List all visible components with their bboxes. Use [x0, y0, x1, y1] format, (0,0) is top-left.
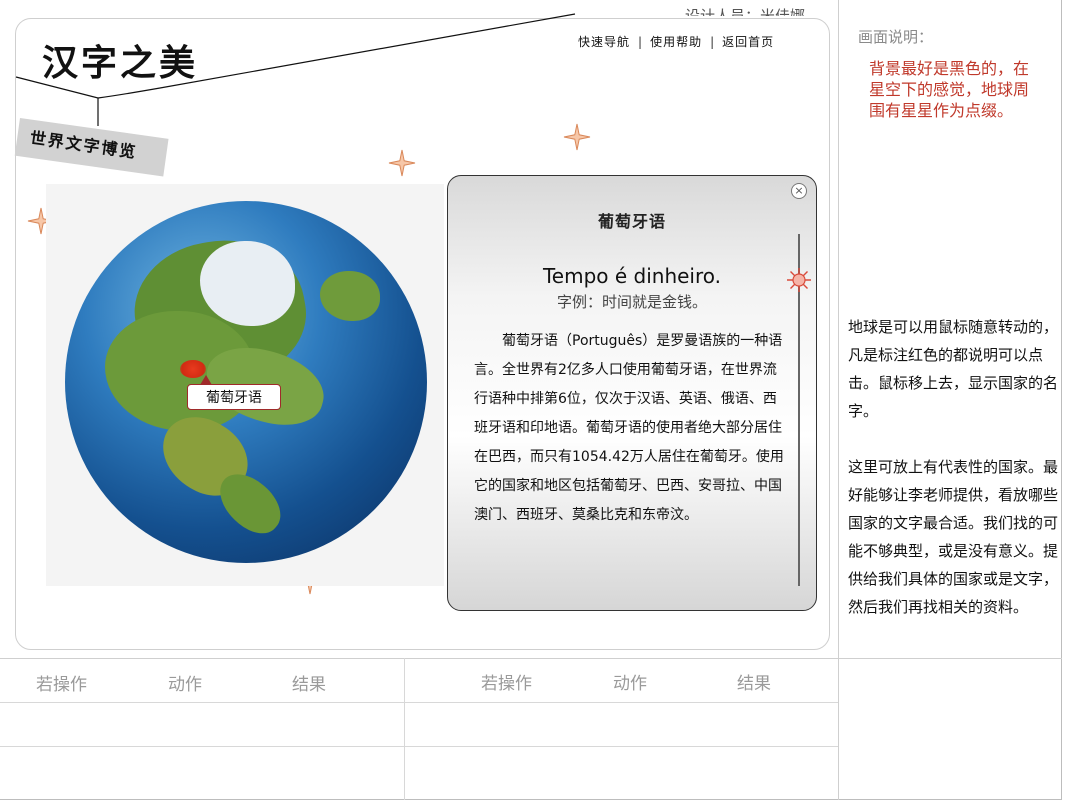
nav-home[interactable]: 返回首页 — [714, 33, 782, 50]
annotation-note-countries: 这里可放上有代表性的国家。最好能够让李老师提供，看放哪些国家的文字最合适。我们找… — [848, 458, 1059, 616]
table-header-result: 结果 — [737, 674, 771, 694]
popup-title: 葡萄牙语 — [597, 212, 666, 231]
star-icon — [388, 149, 416, 177]
top-navigation: 快速导航 | 使用帮助 | 返回首页 — [570, 33, 782, 50]
table-header-action: 动作 — [168, 675, 202, 695]
annotation-title: 画面说明： — [858, 28, 934, 46]
star-icon — [563, 123, 591, 151]
table-top-divider — [0, 658, 1062, 659]
annotation-notes: 地球是可以用鼠标随意转动的，凡是标注红色的都说明可以点击。鼠标移上去，显示国家的… — [848, 313, 1060, 621]
table-column-divider — [404, 658, 405, 800]
popup-description: 葡萄牙语（Português）是罗曼语族的一种语言。全世界有2亿多人口使用葡萄牙… — [474, 333, 784, 523]
example-phrase: Tempo é dinheiro. — [542, 264, 722, 288]
sun-icon[interactable] — [786, 267, 812, 293]
table-header-action: 动作 — [613, 674, 647, 694]
table-row-divider — [0, 702, 838, 703]
close-icon[interactable]: × — [791, 183, 807, 199]
table-header-result: 结果 — [292, 675, 326, 695]
table-row-divider — [0, 746, 838, 747]
annotation-note-globe: 地球是可以用鼠标随意转动的，凡是标注红色的都说明可以点击。鼠标移上去，显示国家的… — [848, 318, 1059, 420]
nav-quick-navigation[interactable]: 快速导航 — [570, 33, 638, 50]
logo-title: 汉字之美 — [42, 42, 199, 84]
country-tooltip: 葡萄牙语 — [187, 384, 281, 410]
annotation-red-note: 背景最好是黑色的，在星空下的感觉，地球周围有星星作为点缀。 — [869, 59, 1030, 120]
table-header-operation: 若操作 — [36, 675, 87, 695]
example-translation: 字例：时间就是金钱。 — [556, 293, 707, 311]
table-header-operation: 若操作 — [481, 674, 532, 694]
globe-image[interactable] — [65, 201, 427, 563]
nav-help[interactable]: 使用帮助 — [642, 33, 710, 50]
